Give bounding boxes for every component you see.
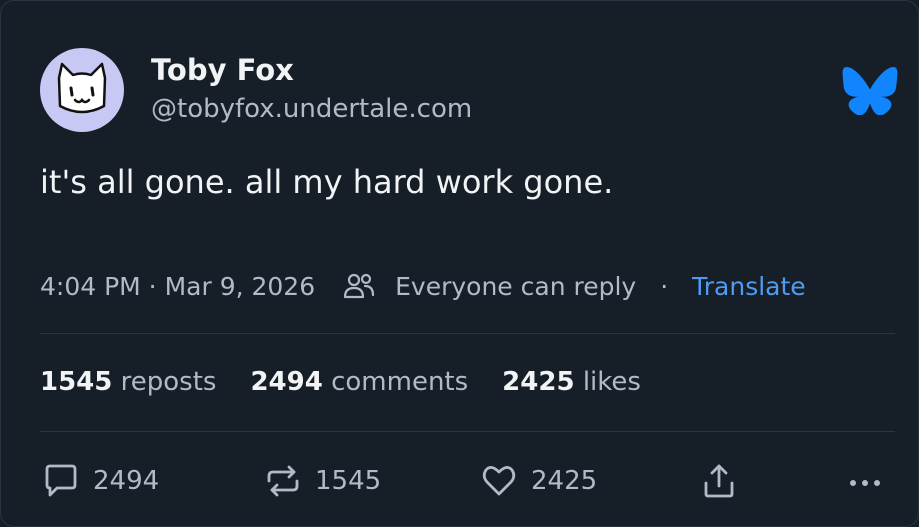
likes-label: likes	[582, 367, 641, 397]
translate-link[interactable]: Translate	[692, 272, 806, 301]
repost-arrows-icon	[267, 465, 299, 497]
divider	[40, 333, 895, 334]
meta-separator: ·	[660, 271, 669, 301]
author-name[interactable]: Toby Fox	[151, 53, 294, 87]
post-timestamp[interactable]: 4:04 PM · Mar 9, 2026	[40, 272, 315, 301]
post-card: Toby Fox @tobyfox.undertale.com it's all…	[0, 0, 919, 527]
reposts-stat[interactable]: 1545 reposts	[40, 367, 216, 397]
reposts-count: 1545	[40, 367, 113, 397]
speech-bubble-icon	[45, 464, 77, 497]
butterfly-icon[interactable]	[842, 67, 898, 115]
comments-label: comments	[331, 367, 469, 397]
like-count: 2425	[531, 466, 598, 496]
post-stats: 1545 reposts 2494 comments 2425 likes	[40, 365, 675, 399]
post-text: it's all gone. all my hard work gone.	[40, 163, 614, 201]
likes-stat[interactable]: 2425 likes	[502, 367, 641, 397]
comments-count: 2494	[250, 367, 323, 397]
likes-count: 2425	[502, 367, 575, 397]
reply-setting[interactable]: Everyone can reply	[395, 272, 636, 301]
repost-count: 1545	[315, 466, 382, 496]
reposts-label: reposts	[120, 367, 217, 397]
share-button[interactable]	[699, 459, 739, 503]
repost-button[interactable]: 1545	[263, 459, 381, 503]
post-meta: 4:04 PM · Mar 9, 2026 Everyone can reply…	[40, 269, 806, 303]
avatar[interactable]	[40, 48, 124, 132]
divider	[40, 431, 895, 432]
people-icon	[344, 273, 375, 299]
action-bar: 2494 1545 2425	[1, 459, 919, 503]
comments-stat[interactable]: 2494 comments	[250, 367, 468, 397]
share-icon	[704, 464, 734, 498]
reply-button[interactable]: 2494	[41, 459, 159, 503]
cat-face-icon	[57, 62, 107, 114]
reply-count: 2494	[93, 466, 160, 496]
heart-icon	[482, 466, 516, 496]
author-handle[interactable]: @tobyfox.undertale.com	[151, 94, 472, 124]
more-options-button[interactable]	[845, 459, 885, 503]
like-button[interactable]: 2425	[479, 459, 597, 503]
more-dots-icon	[850, 480, 880, 486]
